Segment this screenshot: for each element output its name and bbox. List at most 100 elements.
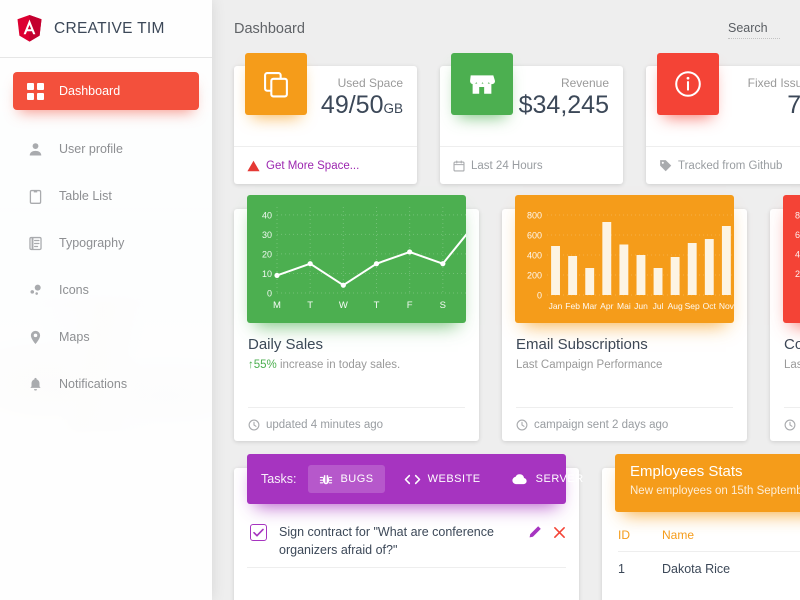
tab-label: BUGS bbox=[340, 473, 374, 485]
table-row: 1 Dakota Rice bbox=[618, 552, 800, 576]
task-list: Sign contract for "What are conference o… bbox=[234, 504, 579, 569]
svg-text:600: 600 bbox=[527, 231, 542, 241]
svg-text:200: 200 bbox=[527, 271, 542, 281]
stat-footer: Get More Space... bbox=[234, 146, 417, 184]
task-row: Sign contract for "What are conference o… bbox=[247, 516, 566, 567]
svg-text:Jun: Jun bbox=[634, 301, 648, 311]
svg-text:30: 30 bbox=[262, 230, 272, 240]
svg-text:S: S bbox=[440, 300, 446, 311]
sidebar-item-typography[interactable]: Typography bbox=[13, 223, 199, 263]
column-header-id: ID bbox=[618, 528, 630, 542]
stat-card-revenue: Revenue $34,245 Last 24 Hours bbox=[440, 53, 623, 184]
chart-title: Email Subscriptions bbox=[516, 336, 648, 353]
svg-text:M: M bbox=[273, 300, 281, 311]
chart-meta: Completed Tasks Last Campaign Performanc… bbox=[770, 323, 800, 371]
chart-trend-value: 55% bbox=[253, 359, 277, 371]
brand-name: CREATIVE TIM bbox=[54, 19, 165, 37]
sidebar-item-label: Dashboard bbox=[59, 83, 121, 98]
cell-name: Dakota Rice bbox=[662, 562, 731, 576]
svg-text:T: T bbox=[374, 300, 380, 311]
tasks-header: Tasks: BUGS WEBSITE SERVER bbox=[247, 454, 583, 504]
search-wrapper bbox=[728, 19, 782, 39]
store-icon bbox=[451, 53, 513, 115]
sidebar-item-icons[interactable]: Icons bbox=[13, 270, 199, 310]
get-more-space-link[interactable]: Get More Space... bbox=[266, 160, 359, 172]
sidebar-item-label: Typography bbox=[59, 235, 125, 250]
pencil-icon[interactable] bbox=[528, 525, 542, 539]
daily-sales-chart: 010203040MTWTFSS bbox=[247, 195, 466, 323]
tab-website[interactable]: WEBSITE bbox=[393, 466, 492, 493]
content-area: Used Space 49/50GB Get More Space... Rev… bbox=[212, 53, 800, 600]
location-pin-icon bbox=[25, 327, 45, 347]
main-panel: Dashboard Used Space bbox=[212, 0, 800, 600]
search-input[interactable] bbox=[728, 19, 780, 39]
chart-subtitle: Last Campaign Performance bbox=[516, 359, 663, 371]
bell-icon bbox=[25, 374, 45, 394]
chart-subtitle-text: increase in today sales. bbox=[276, 359, 401, 371]
warning-triangle-icon bbox=[247, 160, 260, 172]
stat-number: 49/50 bbox=[320, 91, 384, 119]
stat-label: Fixed Issues bbox=[747, 76, 800, 90]
svg-text:W: W bbox=[339, 300, 348, 311]
chart-footer: updated 4 minutes ago bbox=[248, 407, 465, 441]
svg-text:T: T bbox=[307, 300, 313, 311]
sidebar-nav: Dashboard User profile Table List Typogr… bbox=[0, 58, 212, 404]
task-actions bbox=[528, 523, 566, 539]
svg-text:800: 800 bbox=[527, 211, 542, 221]
charts-row: 010203040MTWTFSS Daily Sales ↑55% increa… bbox=[234, 195, 800, 441]
employees-header: Employees Stats New employees on 15th Se… bbox=[615, 454, 800, 512]
sidebar-item-dashboard[interactable]: Dashboard bbox=[13, 72, 199, 110]
employees-table: ID Name 1 Dakota Rice bbox=[602, 512, 800, 576]
stat-unit: GB bbox=[383, 101, 403, 116]
chart-subtitle: ↑55% increase in today sales. bbox=[248, 359, 465, 371]
task-checkbox[interactable] bbox=[250, 524, 267, 541]
svg-text:0: 0 bbox=[267, 289, 272, 299]
sidebar-item-label: Icons bbox=[59, 282, 89, 297]
bug-icon bbox=[319, 472, 333, 486]
tasks-label: Tasks: bbox=[261, 472, 297, 486]
email-subscriptions-chart: 0 200 400 600 800 Jan Feb Mar Apr Mai Jun Jul Aug Sep… bbox=[515, 195, 734, 323]
dashboard-grid-icon bbox=[25, 81, 45, 101]
stat-label: Used Space bbox=[337, 76, 403, 90]
clock-icon bbox=[784, 419, 796, 431]
tab-bugs[interactable]: BUGS bbox=[308, 465, 385, 493]
employees-title: Employees Stats bbox=[630, 463, 743, 480]
chart-card-daily-sales: 010203040MTWTFSS Daily Sales ↑55% increa… bbox=[234, 195, 479, 441]
bubble-chart-icon bbox=[25, 280, 45, 300]
close-x-icon[interactable] bbox=[553, 526, 566, 539]
sidebar-item-label: User profile bbox=[59, 141, 123, 156]
tasks-card: Tasks: BUGS WEBSITE SERVER Sign contract… bbox=[234, 454, 583, 600]
task-separator bbox=[247, 567, 566, 569]
clock-icon bbox=[248, 419, 260, 431]
sidebar-item-table-list[interactable]: Table List bbox=[13, 176, 199, 216]
stat-value: 75 bbox=[787, 91, 800, 119]
chart-meta: Daily Sales ↑55% increase in today sales… bbox=[234, 323, 479, 371]
svg-text:Mar: Mar bbox=[582, 301, 597, 311]
code-icon bbox=[404, 473, 421, 486]
svg-text:400: 400 bbox=[795, 249, 800, 259]
svg-text:Jan: Jan bbox=[549, 301, 563, 311]
stat-card-used-space: Used Space 49/50GB Get More Space... bbox=[234, 53, 417, 184]
employees-stats-card: Employees Stats New employees on 15th Se… bbox=[602, 454, 800, 600]
sidebar-item-user-profile[interactable]: User profile bbox=[13, 129, 199, 169]
stat-value: 49/50GB bbox=[320, 91, 403, 120]
completed-tasks-chart: 020040060080012p3p6p9p12p3a6a9a bbox=[783, 195, 800, 323]
tag-icon bbox=[659, 159, 672, 172]
svg-text:Nov: Nov bbox=[719, 301, 734, 311]
svg-text:400: 400 bbox=[527, 251, 542, 261]
stats-row: Used Space 49/50GB Get More Space... Rev… bbox=[234, 53, 800, 184]
sidebar-item-notifications[interactable]: Notifications bbox=[13, 364, 199, 404]
text-format-icon bbox=[25, 233, 45, 253]
employees-subtitle: New employees on 15th September, 2016 bbox=[630, 485, 800, 497]
tab-label: WEBSITE bbox=[427, 473, 481, 485]
task-text: Sign contract for "What are conference o… bbox=[279, 525, 494, 558]
stat-footer: Tracked from Github bbox=[646, 146, 800, 184]
stat-value: $34,245 bbox=[518, 91, 609, 119]
brand[interactable]: CREATIVE TIM bbox=[0, 0, 212, 58]
tab-server[interactable]: SERVER bbox=[500, 466, 595, 493]
clock-icon bbox=[516, 419, 528, 431]
svg-text:Aug: Aug bbox=[668, 301, 683, 311]
stat-footer: Last 24 Hours bbox=[440, 146, 623, 184]
sidebar-item-maps[interactable]: Maps bbox=[13, 317, 199, 357]
